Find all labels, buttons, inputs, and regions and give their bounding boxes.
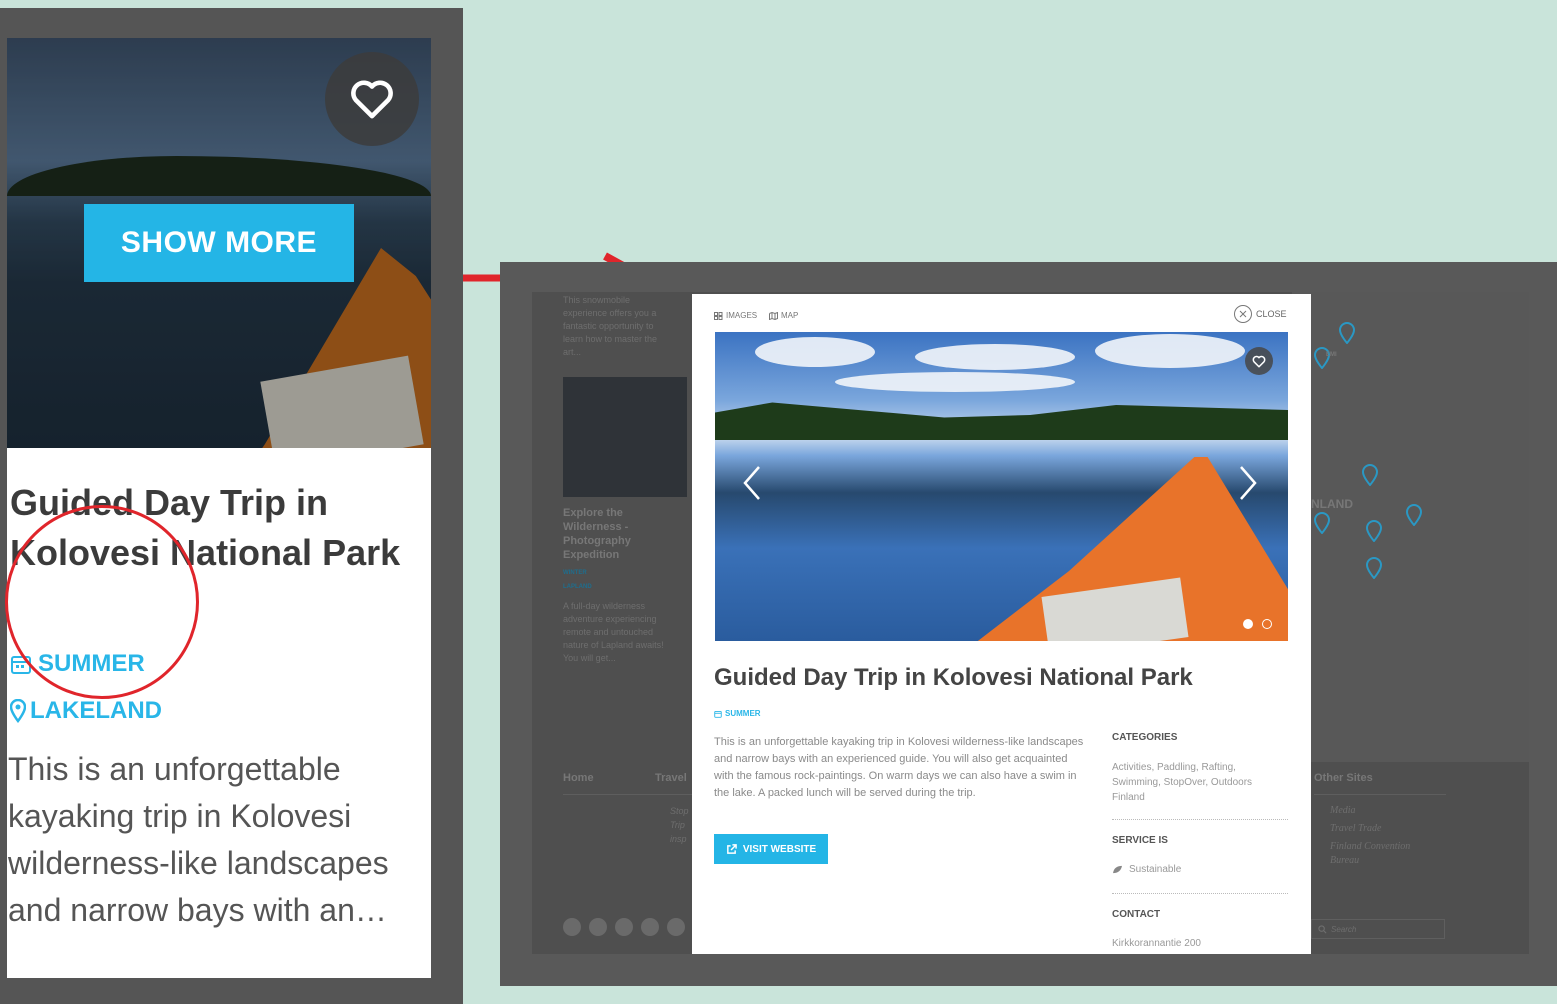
product-modal: IMAGES MAP CLOSE Guided Day Trip in Kolo… (692, 294, 1311, 954)
map-pin-icon (10, 699, 26, 723)
tab-images[interactable]: IMAGES (714, 311, 757, 320)
season-tag: SUMMER (10, 650, 145, 678)
close-label: CLOSE (1256, 309, 1287, 319)
search-input[interactable]: Search (1311, 919, 1445, 939)
close-icon (1234, 305, 1252, 323)
footer-divider (1314, 794, 1446, 795)
footer-divider (563, 794, 693, 795)
footer-link[interactable]: Finland Convention Bureau (1330, 840, 1440, 868)
search-placeholder: Search (1331, 924, 1357, 934)
contact-address: Kirkkorannantie 200 (1112, 938, 1201, 949)
bg-card-season: WINTER (563, 570, 587, 576)
service-item: Sustainable (1112, 862, 1272, 877)
card-title[interactable]: Guided Day Trip in Kolovesi National Par… (10, 478, 420, 578)
visit-website-button[interactable]: VISIT WEBSITE (714, 834, 828, 864)
map-icon (769, 311, 778, 320)
season-label: SUMMER (38, 650, 145, 677)
show-more-button[interactable]: SHOW MORE (84, 204, 354, 282)
contact-heading: CONTACT (1112, 909, 1161, 920)
bg-card-description: A full-day wilderness adventure experien… (563, 601, 664, 663)
bg-map[interactable]: NLAND EMI (1292, 292, 1529, 762)
categories-text: Activities, Paddling, Rafting, Swimming,… (1112, 762, 1253, 803)
season-label: SUMMER (725, 709, 761, 718)
service-heading: SERVICE IS (1112, 835, 1168, 846)
calendar-icon (714, 710, 722, 718)
carousel-next-button[interactable] (1237, 465, 1259, 501)
grid-icon (714, 311, 723, 320)
modal-title: Guided Day Trip in Kolovesi National Par… (714, 664, 1193, 691)
map-label-country: NLAND (1311, 497, 1353, 511)
map-pin-icon[interactable] (1406, 504, 1422, 526)
bg-card-thumbnail[interactable] (563, 377, 687, 497)
service-label: Sustainable (1129, 864, 1182, 875)
tab-map[interactable]: MAP (769, 311, 798, 320)
tab-images-label: IMAGES (726, 311, 758, 320)
card-image: SHOW MORE (7, 38, 431, 448)
footer-link[interactable]: insp (670, 832, 689, 846)
social-links (563, 918, 685, 936)
youtube-icon[interactable] (615, 918, 633, 936)
carousel-dot-active[interactable] (1243, 619, 1253, 629)
product-card[interactable]: SHOW MORE Guided Day Trip in Kolovesi Na… (7, 38, 431, 978)
search-icon (1318, 924, 1327, 933)
map-pin-icon[interactable] (1366, 557, 1382, 579)
heart-icon (351, 80, 393, 119)
footer-link[interactable]: Stop (670, 804, 689, 818)
bg-card-region: LAPLAND (563, 584, 592, 590)
map-pin-icon[interactable] (1314, 347, 1330, 369)
divider (1112, 893, 1288, 894)
map-pin-icon[interactable] (1366, 520, 1382, 542)
divider (1112, 819, 1288, 820)
calendar-icon (11, 656, 31, 674)
carousel-dot[interactable] (1262, 619, 1272, 629)
pinterest-icon[interactable] (641, 918, 659, 936)
bg-card-title[interactable]: Explore the Wilderness - Photography Exp… (563, 506, 673, 562)
categories-heading: CATEGORIES (1112, 732, 1178, 743)
instagram-icon[interactable] (667, 918, 685, 936)
tab-map-label: MAP (781, 311, 799, 320)
favorite-button[interactable] (325, 52, 419, 146)
carousel-prev-button[interactable] (741, 465, 763, 501)
footer-link[interactable]: Travel Trade (1330, 822, 1440, 836)
image-carousel[interactable] (715, 332, 1288, 641)
footer-other-sites: Other Sites (1314, 772, 1373, 784)
visit-website-label: VISIT WEBSITE (742, 843, 817, 855)
external-link-icon (726, 843, 737, 854)
footer-home-link[interactable]: Home (563, 772, 594, 784)
favorite-button[interactable] (1245, 347, 1273, 375)
season-tag: SUMMER (714, 709, 761, 718)
card-description: This is an unforgettable kayaking trip i… (8, 751, 389, 928)
footer-travel-link[interactable]: Travel (655, 772, 687, 784)
footer-link[interactable]: Trip (670, 818, 689, 832)
map-label-city: EMI (1326, 352, 1337, 358)
close-button[interactable]: CLOSE (1234, 305, 1287, 323)
footer-link[interactable]: Media (1330, 804, 1440, 818)
heart-icon (1252, 355, 1266, 368)
twitter-icon[interactable] (589, 918, 607, 936)
leaf-icon (1113, 865, 1122, 874)
footer-links-right: Media Travel Trade Finland Convention Bu… (1330, 804, 1440, 868)
map-pin-icon[interactable] (1314, 512, 1330, 534)
footer-links-left: Stop Trip insp (670, 804, 689, 846)
bg-snippet: This snowmobile experience offers you a … (563, 295, 658, 357)
facebook-icon[interactable] (563, 918, 581, 936)
region-label: LAKELAND (30, 697, 162, 724)
region-tag: LAKELAND (10, 697, 162, 725)
map-pin-icon[interactable] (1339, 322, 1355, 344)
map-pin-icon[interactable] (1362, 464, 1378, 486)
modal-description: This is an unforgettable kayaking trip i… (714, 736, 1084, 799)
